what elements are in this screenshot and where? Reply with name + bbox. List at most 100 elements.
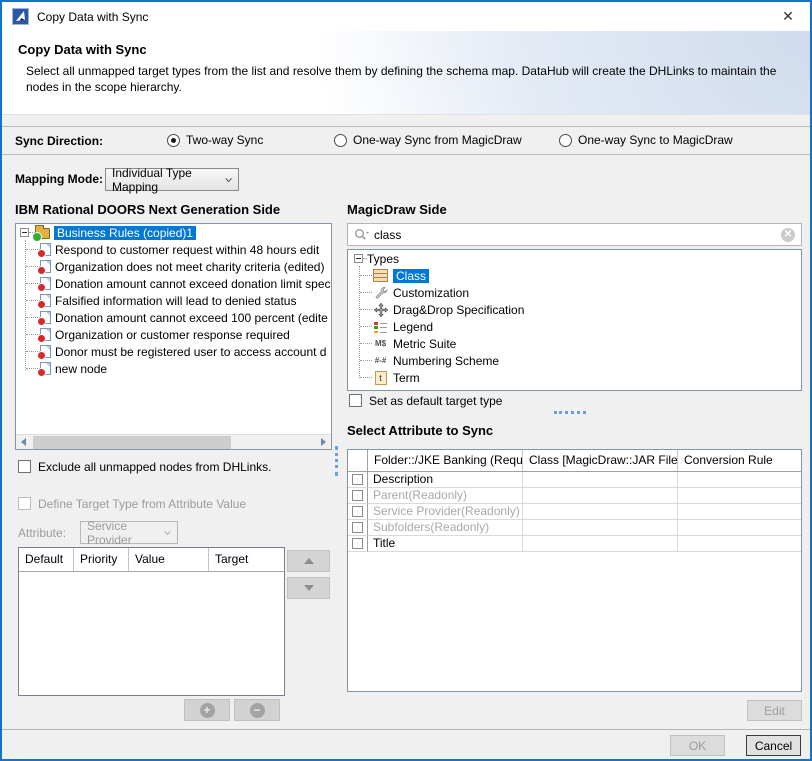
close-icon[interactable]: ✕ [776,8,800,25]
tree-row[interactable]: Respond to customer request within 48 ho… [16,241,331,258]
collapse-toggle-icon[interactable] [354,254,363,263]
checkbox-icon[interactable] [18,460,31,473]
tree-item-label[interactable]: Customization [389,286,469,300]
attribute-value-table[interactable]: Default Priority Value Target [18,547,285,696]
tree-row[interactable]: Donation amount cannot exceed donation l… [16,275,331,292]
tree-item-label[interactable]: Falsified information will lead to denie… [51,294,296,308]
horizontal-scrollbar[interactable] [16,434,331,449]
checkbox-icon[interactable] [352,522,363,533]
attribute-sync-table[interactable]: Folder::/JKE Banking (Requi... Class [Ma… [347,449,802,692]
tree-item-label[interactable]: Class [393,269,429,283]
document-red-badge-icon [40,362,51,375]
checkbox-icon[interactable] [352,538,363,549]
plus-icon: + [200,703,215,718]
checkbox-icon[interactable] [352,474,363,485]
clear-search-icon[interactable]: ✕ [781,228,795,242]
mapped-value-cell[interactable] [523,504,678,520]
radio-button-icon[interactable] [167,134,180,147]
radio-one-way-from-magicdraw[interactable]: One-way Sync from MagicDraw [334,133,522,147]
tree-row[interactable]: Donor must be registered user to access … [16,343,331,360]
attribute-value: Service Provider [87,519,156,547]
tree-row[interactable]: Organization does not meet charity crite… [16,258,331,275]
tree-row[interactable]: Organization or customer response requir… [16,326,331,343]
tree-item-label[interactable]: Organization or customer response requir… [51,328,290,342]
radio-two-way-sync[interactable]: Two-way Sync [167,133,263,147]
scroll-left-icon[interactable] [16,435,31,450]
table-row-parent[interactable]: Parent(Readonly) [348,488,801,504]
search-input[interactable]: class [374,228,781,242]
radio-button-icon[interactable] [559,134,572,147]
types-tree[interactable]: Types Class Customization Drag&Drop [347,249,802,391]
attribute-name[interactable]: Title [368,536,523,552]
edit-button: Edit [747,700,802,721]
table-row-service-provider[interactable]: Service Provider(Readonly) [348,504,801,520]
search-icon[interactable] [354,228,369,241]
checkbox-icon[interactable] [349,394,362,407]
type-search-field[interactable]: class ✕ [347,223,802,246]
arrow-down-icon [304,585,314,596]
mapping-mode-select[interactable]: Individual Type Mapping [105,168,239,191]
tree-item-label[interactable]: Metric Suite [389,337,456,351]
tree-root-label[interactable]: Types [367,252,399,266]
tree-item-label[interactable]: Drag&Drop Specification [389,303,524,317]
tree-row-metric-suite[interactable]: M$ Metric Suite [348,335,801,352]
select-attribute-heading: Select Attribute to Sync [347,423,493,438]
collapse-toggle-icon[interactable] [20,228,29,237]
tree-connector [360,275,372,276]
tree-item-label[interactable]: Respond to customer request within 48 ho… [51,243,319,257]
conversion-rule-cell[interactable] [678,536,801,552]
tree-item-label[interactable]: Legend [389,320,433,334]
tree-item-label[interactable]: Donation amount cannot exceed 100 percen… [51,311,328,325]
conversion-rule-cell[interactable] [678,504,801,520]
checkbox-icon[interactable] [352,506,363,517]
conversion-rule-cell[interactable] [678,472,801,488]
table-row-subfolders[interactable]: Subfolders(Readonly) [348,520,801,536]
tree-row-term[interactable]: t Term [348,369,801,386]
mapped-value-cell[interactable] [523,520,678,536]
doors-tree[interactable]: Business Rules (copied)1 Respond to cust… [15,223,332,450]
table-row-description[interactable]: Description [348,472,801,488]
attribute-name[interactable]: Description [368,472,523,488]
conversion-rule-cell[interactable] [678,520,801,536]
radio-one-way-to-magicdraw[interactable]: One-way Sync to MagicDraw [559,133,733,147]
scrollbar-thumb[interactable] [33,436,231,449]
mapped-value-cell[interactable] [523,472,678,488]
checkbox-label: Exclude all unmapped nodes from DHLinks. [38,460,271,474]
column-header: Priority [74,548,129,571]
radio-button-icon[interactable] [334,134,347,147]
horizontal-splitter-handle[interactable] [554,411,586,414]
conversion-rule-cell[interactable] [678,488,801,504]
tree-row[interactable]: new node [16,360,331,377]
checkbox-icon[interactable] [352,490,363,501]
cancel-button[interactable]: Cancel [746,735,801,756]
tree-connector [360,309,372,310]
tree-row-customization[interactable]: Customization [348,284,801,301]
tree-root-label[interactable]: Business Rules (copied)1 [54,226,196,240]
tree-item-label[interactable]: Term [389,371,420,385]
magicdraw-logo-icon [12,8,29,25]
vertical-splitter-handle[interactable] [335,446,338,476]
attribute-name[interactable]: Service Provider(Readonly) [368,504,523,520]
attribute-name[interactable]: Parent(Readonly) [368,488,523,504]
tree-item-label[interactable]: new node [51,362,107,376]
tree-item-label[interactable]: Donation amount cannot exceed donation l… [51,277,331,291]
tree-row-numbering-scheme[interactable]: #-# Numbering Scheme [348,352,801,369]
tree-item-label[interactable]: Numbering Scheme [389,354,499,368]
tree-row-types-root[interactable]: Types [348,250,801,267]
tree-row[interactable]: Falsified information will lead to denie… [16,292,331,309]
radio-label: One-way Sync to MagicDraw [578,133,733,147]
attribute-name[interactable]: Subfolders(Readonly) [368,520,523,536]
tree-row-root[interactable]: Business Rules (copied)1 [16,224,331,241]
tree-row-dragdrop-specification[interactable]: Drag&Drop Specification [348,301,801,318]
mapped-value-cell[interactable] [523,488,678,504]
mapped-value-cell[interactable] [523,536,678,552]
scroll-right-icon[interactable] [316,435,331,450]
set-default-target-type-checkbox[interactable]: Set as default target type [349,394,502,408]
tree-row-class[interactable]: Class [348,267,801,284]
tree-row-legend[interactable]: Legend [348,318,801,335]
tree-item-label[interactable]: Donor must be registered user to access … [51,345,326,359]
exclude-unmapped-checkbox[interactable]: Exclude all unmapped nodes from DHLinks. [18,460,271,474]
tree-item-label[interactable]: Organization does not meet charity crite… [51,260,324,274]
table-row-title[interactable]: Title [348,536,801,552]
tree-row[interactable]: Donation amount cannot exceed 100 percen… [16,309,331,326]
